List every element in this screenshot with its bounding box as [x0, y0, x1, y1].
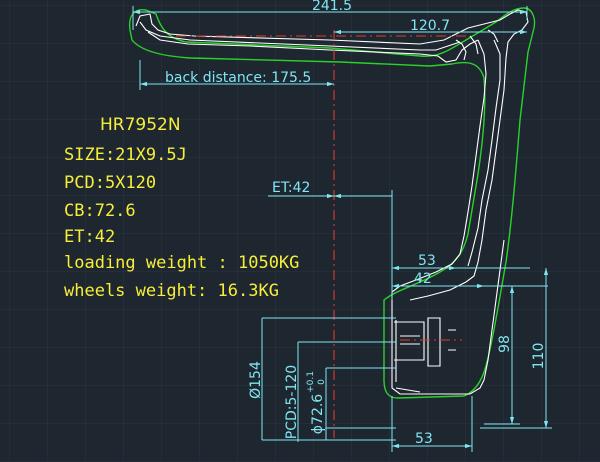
dim-hub-53-bottom: 53 — [415, 431, 433, 447]
dim-et: ET:42 — [272, 180, 310, 196]
dim-height-98: 98 — [497, 335, 513, 353]
dim-bore-tolerance-upper: +0.1 — [306, 371, 316, 393]
spec-size: SIZE:21X9.5J — [64, 145, 187, 165]
dim-bore-tolerance-lower: 0 — [317, 379, 327, 385]
dim-pcd: PCD:5-120 — [284, 365, 300, 439]
dim-back-distance: back distance: 175.5 — [165, 70, 311, 86]
spec-loading-weight: loading weight : 1050KG — [64, 253, 299, 273]
dim-bore-diameter: ɸ72.6 — [310, 394, 326, 435]
spec-cb: CB:72.6 — [64, 201, 136, 221]
dim-inner-width: 120.7 — [410, 18, 450, 34]
dim-overall-width: 241.5 — [312, 0, 352, 14]
dim-hub-53-top: 53 — [418, 253, 436, 269]
spec-pcd: PCD:5X120 — [64, 173, 156, 193]
dim-hub-42: 42 — [414, 271, 432, 287]
spec-wheels-weight: wheels weight: 16.3KG — [64, 281, 279, 301]
dim-height-110: 110 — [531, 343, 547, 370]
dim-bolt-circle: Ø154 — [248, 361, 264, 399]
spec-model: HR7952N — [100, 115, 181, 135]
spec-et: ET:42 — [64, 227, 115, 247]
wheel-cross-section-drawing: 241.5 120.7 back distance: 175.5 ET:42 5… — [0, 0, 600, 462]
